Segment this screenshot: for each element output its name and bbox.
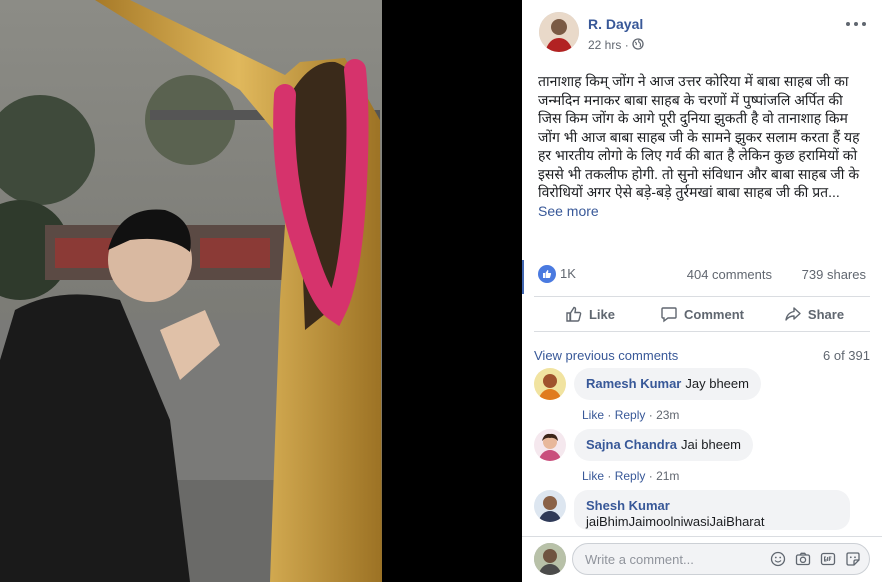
- like-label: Like: [588, 306, 615, 322]
- post-body: तानाशाह किम् जोंग ने आज उत्तर कोरिया में…: [538, 72, 868, 220]
- comment-icon: [661, 307, 677, 323]
- post-header: R. Dayal 22 hrs ·: [522, 0, 882, 60]
- meta-separator: ·: [648, 408, 653, 422]
- author-name[interactable]: R. Dayal: [588, 16, 643, 32]
- comment-author[interactable]: Shesh Kumar: [586, 498, 834, 514]
- thumbs-up-icon: [566, 306, 582, 322]
- commenter-avatar[interactable]: [534, 368, 566, 400]
- more-options-icon[interactable]: [846, 18, 866, 30]
- photo-pane: [0, 0, 522, 582]
- post-viewer: R. Dayal 22 hrs · तानाशाह किम् जोंग ने आ…: [0, 0, 882, 582]
- comment-item: Ramesh Kumar Jay bheem Like · Reply · 23m: [534, 368, 870, 422]
- composer-icons: [770, 551, 861, 567]
- meta-separator: ·: [607, 469, 612, 483]
- commenter-avatar[interactable]: [534, 429, 566, 461]
- time-separator: ·: [624, 38, 629, 52]
- meta-separator: ·: [648, 469, 653, 483]
- avatar-image: [539, 12, 579, 52]
- comments-header: View previous comments 6 of 391: [534, 348, 870, 366]
- share-button[interactable]: Share: [758, 297, 870, 331]
- post-text: तानाशाह किम् जोंग ने आज उत्तर कोरिया में…: [538, 73, 860, 200]
- comment-meta: Like · Reply · 23m: [582, 408, 679, 422]
- comment-like-link[interactable]: Like: [582, 408, 604, 422]
- shares-count[interactable]: 739 shares: [802, 267, 866, 282]
- comment-label: Comment: [684, 306, 744, 322]
- view-previous-comments-link[interactable]: View previous comments: [534, 348, 678, 363]
- comment-item: Sajna Chandra Jai bheem Like · Reply · 21…: [534, 429, 870, 483]
- comment-composer: Write a comment...: [522, 536, 882, 582]
- comment-meta: Like · Reply · 21m: [582, 469, 679, 483]
- comment-text: Jai bheem: [681, 437, 742, 452]
- avatar-image: [534, 429, 566, 461]
- like-button[interactable]: Like: [534, 297, 646, 331]
- see-more-link[interactable]: See more: [538, 203, 599, 219]
- comment-author[interactable]: Sajna Chandra: [586, 437, 677, 452]
- stats-accent-bar: [522, 260, 524, 294]
- comment-author[interactable]: Ramesh Kumar: [586, 376, 681, 391]
- post-timestamp[interactable]: 22 hrs ·: [588, 38, 629, 52]
- share-icon: [785, 307, 801, 321]
- globe-icon[interactable]: [632, 38, 644, 50]
- comment-time[interactable]: 21m: [656, 469, 679, 483]
- comment-reply-link[interactable]: Reply: [615, 469, 646, 483]
- sticker-icon[interactable]: [845, 551, 861, 567]
- camera-icon[interactable]: [795, 551, 811, 567]
- like-reaction-icon[interactable]: [538, 265, 556, 283]
- comments-count[interactable]: 404 comments: [687, 267, 772, 282]
- post-sidebar: R. Dayal 22 hrs · तानाशाह किम् जोंग ने आ…: [522, 0, 882, 582]
- post-photo[interactable]: [0, 0, 382, 582]
- comment-like-link[interactable]: Like: [582, 469, 604, 483]
- comment-item: Shesh Kumar jaiBhimJaimoolniwasiJaiBhara…: [534, 490, 870, 536]
- emoji-icon[interactable]: [770, 551, 786, 567]
- avatar-image: [534, 490, 566, 522]
- comment-text: jaiBhimJaimoolniwasiJaiBharat: [586, 514, 765, 529]
- comment-bubble: Shesh Kumar jaiBhimJaimoolniwasiJaiBhara…: [574, 490, 850, 530]
- comment-input[interactable]: Write a comment...: [572, 543, 870, 575]
- comment-bubble: Ramesh Kumar Jay bheem: [574, 368, 761, 400]
- author-avatar[interactable]: [539, 12, 579, 52]
- comment-text: Jay bheem: [685, 376, 749, 391]
- comment-button[interactable]: Comment: [646, 297, 758, 331]
- avatar-image: [534, 368, 566, 400]
- gif-icon[interactable]: [820, 551, 836, 567]
- avatar-image: [534, 543, 566, 575]
- reaction-count[interactable]: 1K: [560, 266, 576, 281]
- post-actions: Like Comment Share: [534, 296, 870, 332]
- post-time[interactable]: 22 hrs: [588, 38, 621, 52]
- share-label: Share: [807, 306, 845, 322]
- current-user-avatar: [534, 543, 566, 575]
- meta-separator: ·: [607, 408, 612, 422]
- commenter-avatar[interactable]: [534, 490, 566, 522]
- photo-illustration: [0, 0, 382, 582]
- comment-bubble: Sajna Chandra Jai bheem: [574, 429, 754, 461]
- post-stats: 1K 404 comments 739 shares: [522, 260, 882, 294]
- comments-pagination-count: 6 of 391: [823, 348, 870, 363]
- comment-input-placeholder: Write a comment...: [585, 552, 694, 567]
- comment-reply-link[interactable]: Reply: [615, 408, 646, 422]
- comment-time[interactable]: 23m: [656, 408, 679, 422]
